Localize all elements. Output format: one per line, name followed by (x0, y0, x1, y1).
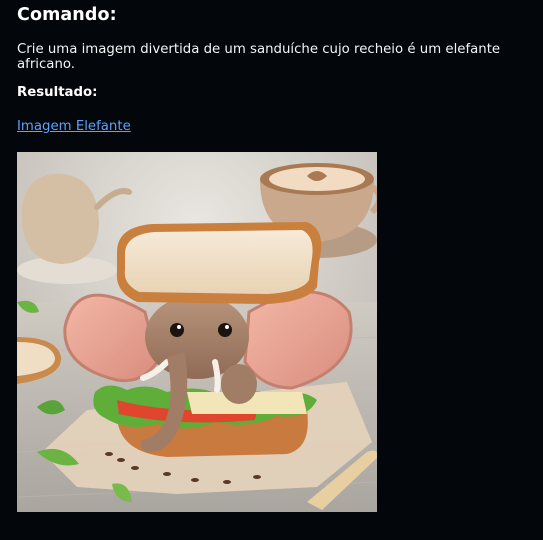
result-label: Resultado: (17, 85, 98, 100)
command-heading: Comando: (17, 5, 117, 25)
image-link[interactable]: Imagem Elefante (17, 119, 131, 134)
chat-response-panel: Comando: Crie uma imagem divertida de um… (0, 0, 543, 540)
generated-image[interactable] (17, 152, 377, 512)
command-prompt-text: Crie uma imagem divertida de um sanduích… (17, 42, 501, 72)
elephant-sandwich-illustration (17, 152, 377, 512)
